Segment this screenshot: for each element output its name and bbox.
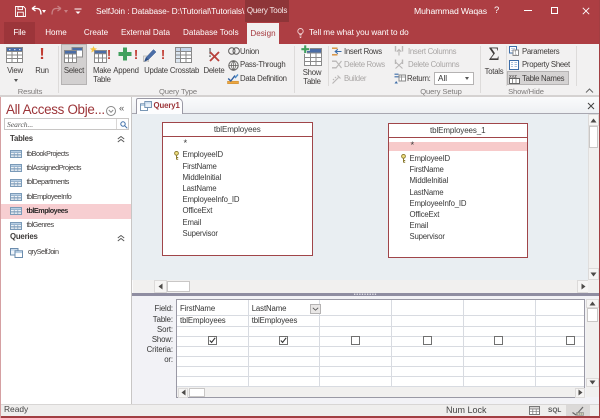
svg-text:1: 1	[514, 51, 517, 56]
